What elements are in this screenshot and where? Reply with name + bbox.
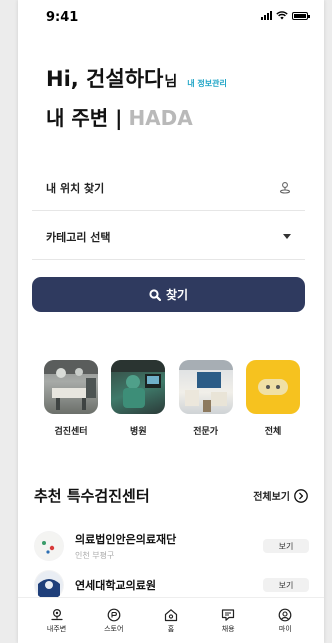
status-icons — [261, 11, 310, 20]
view-button[interactable]: 보기 — [263, 578, 309, 592]
location-pin-icon — [279, 182, 291, 194]
profile-manage-link[interactable]: 내 정보관리 — [187, 78, 227, 89]
job-icon — [222, 608, 235, 621]
center-logo — [34, 531, 64, 561]
category-select-label: 카테고리 선택 — [46, 230, 111, 244]
location-pin-icon — [50, 608, 63, 620]
nav-label: 내주변 — [46, 624, 67, 633]
location-finder[interactable]: 내 위치 찾기 — [32, 165, 305, 211]
user-icon — [278, 608, 292, 621]
checkup-center-image — [44, 360, 98, 414]
category-select[interactable]: 카테고리 선택 — [32, 214, 305, 260]
all-categories-tile — [245, 360, 300, 414]
category-shortcuts: 검진센터 병원 전문가 전체 — [44, 360, 300, 437]
app-screen: 9:41 Hi, 건설하다 님 내 정보관리 내 주변 | HADA 내 위치 … — [18, 0, 324, 643]
store-icon — [107, 608, 121, 621]
nav-label: 스토어 — [104, 624, 124, 633]
nav-label: 마이 — [278, 624, 292, 633]
expert-image — [178, 360, 233, 414]
category-hospital[interactable]: 병원 — [111, 360, 166, 437]
category-label: 병원 — [130, 427, 147, 437]
category-label: 전체 — [264, 427, 282, 437]
status-time: 9:41 — [46, 10, 79, 25]
list-item[interactable]: 의료법인안은의료재단 인천 부평구 보기 — [34, 528, 309, 564]
battery-icon — [292, 11, 310, 20]
nav-item-my[interactable]: 마이 — [263, 608, 307, 634]
category-checkup-center[interactable]: 검진센터 — [44, 360, 98, 437]
search-icon — [149, 288, 161, 301]
wifi-icon — [276, 11, 288, 20]
home-icon — [164, 608, 178, 621]
greeting-suffix: 님 — [164, 74, 178, 90]
chevron-down-icon — [283, 234, 291, 239]
category-all[interactable]: 전체 — [245, 360, 300, 437]
see-all-button[interactable]: 전체보기 — [253, 488, 308, 503]
bottom-nav: 내주변 스토어 홈 채용 마이 — [18, 597, 324, 643]
category-label: 검진센터 — [54, 427, 88, 437]
view-button[interactable]: 보기 — [263, 539, 309, 553]
nav-item-nearby[interactable]: 내주변 — [35, 608, 79, 634]
nav-item-home[interactable]: 홈 — [149, 608, 193, 634]
more-icon — [257, 379, 288, 395]
chevron-right-circle-icon — [294, 488, 308, 503]
see-all-label: 전체보기 — [253, 492, 290, 503]
signal-icon — [261, 11, 272, 20]
category-expert[interactable]: 전문가 — [178, 360, 233, 437]
page-title-main: 내 주변 | — [46, 106, 123, 130]
center-name: 연세대학교의료원 — [75, 579, 156, 592]
hospital-image — [111, 360, 166, 414]
location-finder-label: 내 위치 찾기 — [46, 181, 105, 195]
brand-name: HADA — [128, 106, 193, 130]
search-button-label: 찾기 — [165, 288, 189, 302]
center-info: 의료법인안은의료재단 인천 부평구 — [75, 531, 263, 561]
search-button[interactable]: 찾기 — [32, 277, 305, 312]
greeting-name: Hi, 건설하다 — [46, 67, 164, 91]
center-info: 연세대학교의료원 — [75, 577, 263, 593]
center-logo — [34, 570, 64, 600]
nav-label: 홈 — [167, 624, 175, 633]
nav-item-jobs[interactable]: 채용 — [206, 608, 250, 634]
nav-label: 채용 — [221, 624, 235, 633]
nav-item-store[interactable]: 스토어 — [92, 608, 136, 634]
greeting: Hi, 건설하다 님 내 정보관리 — [46, 63, 227, 93]
recommend-section-title: 추천 특수검진센터 — [34, 487, 150, 505]
page-title: 내 주변 | HADA — [46, 102, 193, 131]
center-location: 인천 부평구 — [75, 551, 115, 560]
category-label: 전문가 — [193, 427, 219, 437]
center-name: 의료법인안은의료재단 — [75, 533, 177, 546]
